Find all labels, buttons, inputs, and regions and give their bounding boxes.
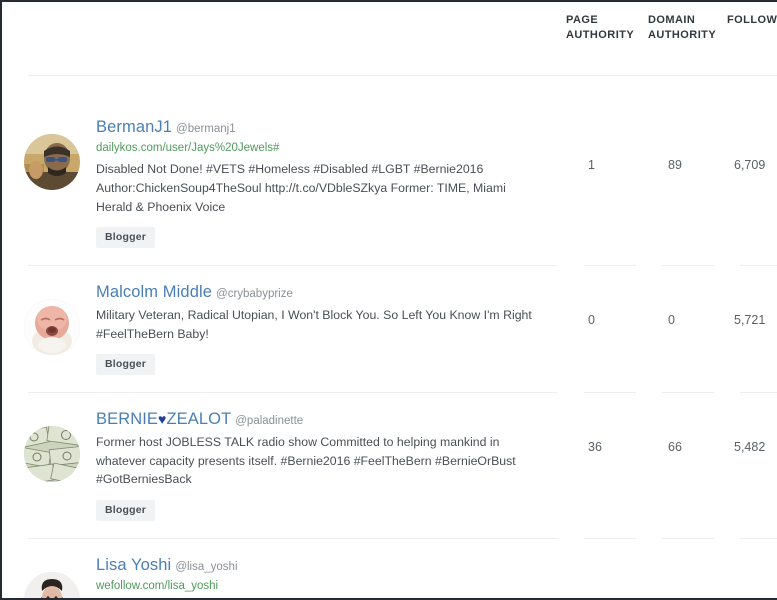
page-authority-value-cell: 36: [558, 392, 636, 538]
avatar[interactable]: [24, 571, 80, 598]
row-divider: [740, 265, 777, 267]
page-authority-value: 0: [588, 313, 595, 328]
profile-name-line: Lisa Yoshi @lisa_yoshi: [96, 556, 558, 575]
row-divider: [584, 265, 636, 267]
domain-authority-value: 89: [668, 158, 682, 172]
profile-url-link[interactable]: wefollow.com/lisa_yoshi: [96, 578, 558, 595]
domain-authority-value-cell: 72: [636, 537, 714, 598]
profile-handle[interactable]: @crybabyprize: [216, 288, 293, 300]
followers-value-cell: 5,721: [714, 265, 777, 392]
followers-value: 5,482: [734, 440, 766, 455]
display-name[interactable]: BermanJ1: [96, 118, 172, 136]
table-row[interactable]: BermanJ1 @bermanj1 dailykos.com/user/Jays%…: [2, 100, 777, 265]
profile-url-link[interactable]: dailykos.com/user/Jays%20Jewels#: [96, 140, 558, 157]
column-header-followers-line1: FOLLOW: [727, 14, 777, 26]
column-header-domain-authority-line1: DOMAIN: [648, 14, 696, 26]
display-name[interactable]: Malcolm Middle: [96, 283, 212, 301]
table-row[interactable]: BERNIE♥ZEALOT @paladinette Former host JOB…: [2, 392, 777, 538]
domain-authority-value: 66: [668, 440, 682, 455]
profile-bio: Disabled Not Done! #VETS #Homeless #Disa…: [96, 162, 506, 214]
profile-handle[interactable]: @bermanj1: [176, 123, 236, 135]
avatar[interactable]: [24, 299, 80, 356]
table-row[interactable]: Lisa Yoshi @lisa_yoshi wefollow.com/lisa_y…: [2, 537, 777, 598]
page-authority-value-cell: 0: [558, 265, 636, 392]
influencer-results-table: PAGE AUTHORITY DOMAIN AUTHORITY FOLLOW B…: [2, 2, 777, 598]
profile-name-line: BERNIE♥ZEALOT @paladinette: [96, 410, 558, 429]
row-divider: [662, 392, 714, 394]
domain-authority-value: 0: [668, 313, 675, 328]
followers-value-cell: 4,075: [714, 537, 777, 598]
status-badge[interactable]: Blogger: [96, 354, 156, 376]
row-divider: [584, 537, 636, 539]
profile-cell: Malcolm Middle @crybabyprize Military Vete…: [2, 265, 558, 392]
profile-name-line: BermanJ1 @bermanj1: [96, 118, 558, 137]
page-authority-value-cell: 1: [558, 537, 636, 598]
profile-bio: Former host JOBLESS TALK radio show Comm…: [96, 434, 516, 487]
table-row[interactable]: Malcolm Middle @crybabyprize Military Vete…: [2, 265, 777, 392]
display-name[interactable]: BERNIE♥ZEALOT: [96, 410, 231, 428]
display-name-suffix: ZEALOT: [166, 410, 232, 429]
page-authority-value: 36: [588, 440, 602, 455]
display-name[interactable]: Lisa Yoshi: [96, 556, 171, 574]
column-header-followers[interactable]: FOLLOW: [714, 2, 777, 51]
table-body: BermanJ1 @bermanj1 dailykos.com/user/Jays%…: [2, 100, 777, 598]
row-divider: [662, 537, 714, 539]
row-divider: [28, 537, 558, 539]
badge-list: Blogger: [96, 227, 558, 249]
row-divider: [740, 392, 777, 394]
profile-handle[interactable]: @lisa_yoshi: [175, 561, 237, 573]
column-header-profile: [2, 2, 558, 51]
badge-list: Blogger: [96, 354, 558, 376]
table-header: PAGE AUTHORITY DOMAIN AUTHORITY FOLLOW: [2, 2, 777, 100]
page-authority-value-cell: 1: [558, 100, 636, 265]
page-authority-value: 1: [558, 538, 636, 598]
display-name-prefix: BERNIE: [96, 410, 159, 429]
avatar[interactable]: [24, 134, 80, 190]
followers-value-cell: 5,482: [714, 392, 777, 538]
profile-name-line: Malcolm Middle @crybabyprize: [96, 283, 558, 302]
followers-value: 5,721: [734, 313, 766, 328]
profile-cell: Lisa Yoshi @lisa_yoshi wefollow.com/lisa_y…: [2, 537, 558, 598]
profile-cell: BermanJ1 @bermanj1 dailykos.com/user/Jays%…: [2, 100, 558, 265]
row-divider: [584, 392, 636, 394]
avatar[interactable]: [24, 426, 80, 483]
row-divider: [28, 265, 558, 267]
followers-value: 6,709: [734, 158, 766, 172]
header-divider: [2, 51, 777, 100]
followers-value-cell: 6,709: [714, 100, 777, 265]
domain-authority-value-cell: 0: [636, 265, 714, 392]
row-divider: [28, 392, 558, 394]
followers-value: 4,075: [714, 538, 777, 598]
profile-handle[interactable]: @paladinette: [235, 415, 303, 427]
row-divider: [662, 265, 714, 267]
domain-authority-value: 72: [636, 538, 714, 598]
profile-cell: BERNIE♥ZEALOT @paladinette Former host JOB…: [2, 392, 558, 538]
results-panel: PAGE AUTHORITY DOMAIN AUTHORITY FOLLOW B…: [0, 0, 777, 600]
status-badge[interactable]: Blogger: [96, 499, 156, 521]
column-header-page-authority-line2: AUTHORITY: [566, 28, 635, 41]
domain-authority-value-cell: 89: [636, 100, 714, 265]
page-authority-value: 1: [588, 158, 595, 172]
column-header-page-authority-line1: PAGE: [566, 14, 599, 26]
domain-authority-value-cell: 66: [636, 392, 714, 538]
column-header-page-authority[interactable]: PAGE AUTHORITY: [558, 2, 636, 51]
profile-bio: Military Veteran, Radical Utopian, I Won…: [96, 307, 532, 341]
row-divider: [740, 537, 777, 539]
column-header-domain-authority-line2: AUTHORITY: [648, 28, 717, 41]
column-header-domain-authority[interactable]: DOMAIN AUTHORITY: [636, 2, 717, 51]
badge-list: Blogger: [96, 499, 558, 521]
status-badge[interactable]: Blogger: [96, 227, 156, 249]
